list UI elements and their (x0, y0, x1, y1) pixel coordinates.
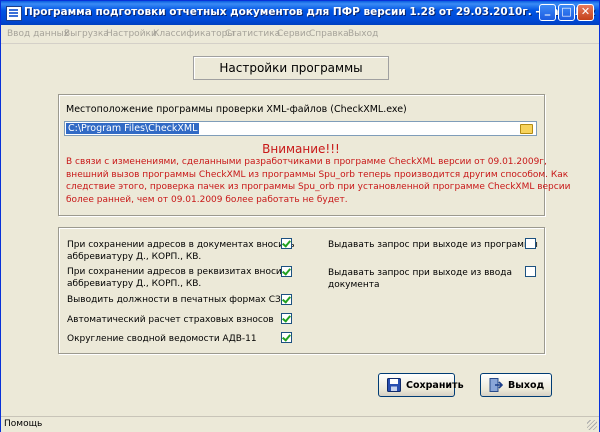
option-confirm-exit-program-checkbox[interactable] (525, 238, 536, 249)
save-button[interactable]: Сохранить (378, 373, 464, 397)
menu-item-classifiers[interactable]: Классификаторы (153, 29, 234, 39)
option-auto-calc-checkbox[interactable] (281, 313, 292, 324)
maximize-icon[interactable]: □ (558, 4, 575, 21)
exit-door-icon (489, 378, 503, 392)
status-bar: Помощь (1, 416, 599, 432)
page-title: Настройки программы (193, 56, 389, 80)
window-title: Программа подготовки отчетных документов… (24, 6, 596, 18)
option-address-docs-checkbox[interactable] (281, 238, 292, 249)
warning-line: следствие этого, проверка пачек из прогр… (66, 182, 571, 192)
warning-title: Внимание!!! (262, 142, 340, 156)
warning-line: более ранней, чем от 09.01.2009 более ра… (66, 194, 348, 205)
checkxml-path-input[interactable]: C:\Program Files\CheckXML (64, 121, 537, 136)
checkxml-path-value: C:\Program Files\CheckXML (66, 123, 200, 134)
menu-item-exit[interactable]: Выход (348, 29, 378, 39)
menu-item-statistics[interactable]: Статистика (225, 29, 280, 39)
menu-bar: Ввод данных Выгрузка Настройки Классифик… (1, 25, 599, 44)
option-confirm-exit-program-label: Выдавать запрос при выходе из программы (328, 240, 538, 250)
menu-item-data-entry[interactable]: Ввод данных (7, 29, 69, 39)
option-confirm-exit-doc-checkbox[interactable] (525, 266, 536, 277)
option-address-requisites-label: При сохранении адресов в реквизитах внос… (67, 267, 293, 289)
status-text: Помощь (4, 419, 43, 429)
warning-line: внешний вызов программы CheckXML из прог… (66, 169, 569, 180)
option-rounding-adv11-checkbox[interactable] (281, 332, 292, 343)
minimize-icon[interactable]: _ (539, 3, 556, 21)
menu-item-export[interactable]: Выгрузка (64, 29, 109, 39)
app-icon (6, 6, 22, 21)
folder-open-icon[interactable] (520, 124, 533, 134)
warning-text: В связи с изменениями, сделанными разраб… (66, 156, 571, 206)
close-icon[interactable]: ✕ (577, 4, 594, 21)
menu-item-settings[interactable]: Настройки (106, 29, 157, 39)
option-address-requisites-checkbox[interactable] (281, 266, 292, 277)
menu-item-service[interactable]: Сервис (277, 29, 311, 39)
resize-grip-icon[interactable] (587, 420, 597, 430)
title-bar: Программа подготовки отчетных документов… (1, 1, 599, 25)
menu-item-help[interactable]: Справка (309, 29, 349, 39)
warning-line: В связи с изменениями, сделанными разраб… (66, 157, 547, 167)
floppy-disk-icon (387, 378, 401, 392)
main-window: Программа подготовки отчетных документов… (0, 0, 600, 432)
exit-button[interactable]: Выход (480, 373, 552, 397)
option-positions-szv-checkbox[interactable] (281, 294, 292, 305)
option-auto-calc-label: Автоматический расчет страховых взносов (67, 315, 274, 325)
option-address-docs-label: При сохранении адресов в документах внос… (67, 240, 295, 262)
checkxml-label: Местоположение программы проверки XML-фа… (66, 104, 407, 115)
option-positions-szv-label: Выводить должности в печатных формах СЗВ (67, 295, 287, 305)
exit-button-label: Выход (508, 380, 545, 391)
option-rounding-adv11-label: Округление сводной ведомости АДВ-11 (67, 334, 257, 344)
save-button-label: Сохранить (406, 380, 464, 391)
option-confirm-exit-doc-label: Выдавать запрос при выходе из ввода доку… (328, 268, 512, 290)
